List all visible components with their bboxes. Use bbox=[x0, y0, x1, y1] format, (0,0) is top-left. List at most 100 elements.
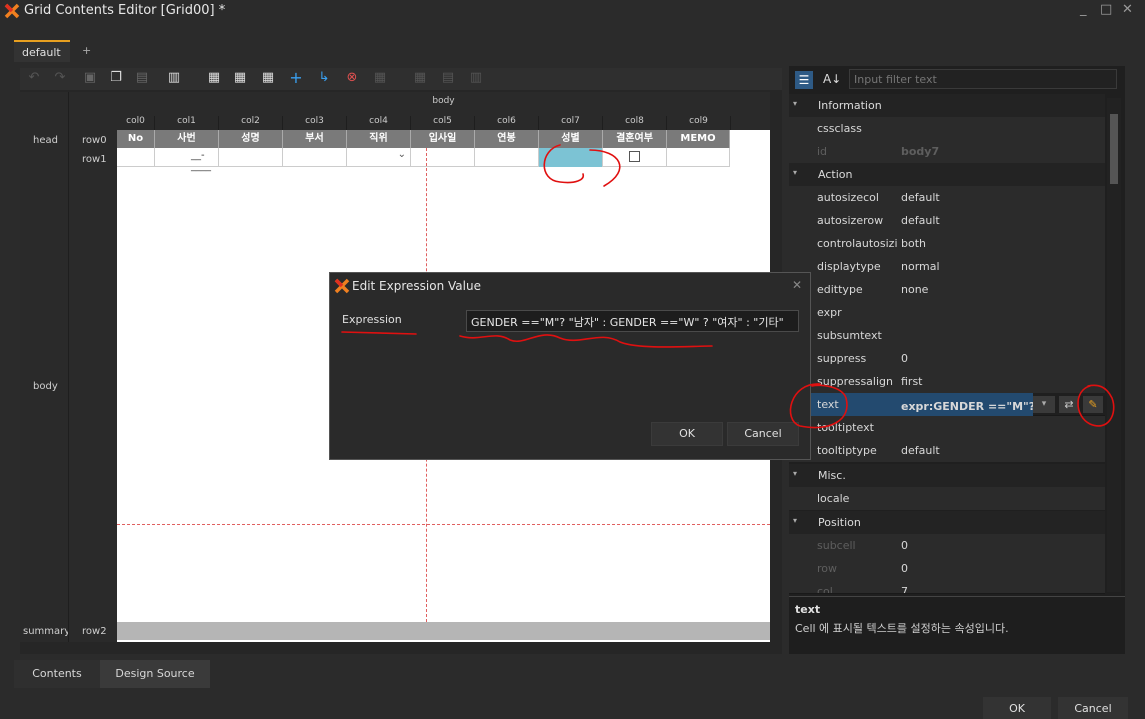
move-icon[interactable]: ↳ bbox=[316, 70, 332, 86]
prop-locale[interactable]: locale bbox=[789, 487, 1105, 510]
head-cell[interactable]: 부서 bbox=[283, 130, 347, 148]
col-header[interactable]: col6 bbox=[475, 116, 539, 130]
prop-tooltiptext[interactable]: tooltiptext bbox=[789, 416, 1105, 439]
cancel-button[interactable]: Cancel bbox=[1058, 697, 1128, 719]
category-action[interactable]: ▾ Action bbox=[789, 163, 1105, 186]
col-header[interactable]: col3 bbox=[283, 116, 347, 130]
grid-icon[interactable]: ▦ bbox=[260, 70, 276, 86]
properties-panel: ☰ A↓ ▾Information cssclass idbody7 ▾Acti… bbox=[789, 66, 1125, 654]
categorized-icon[interactable]: ☰ bbox=[795, 71, 813, 89]
cut-icon[interactable]: ▣ bbox=[82, 70, 98, 86]
prop-id[interactable]: id body7 bbox=[789, 140, 1105, 163]
head-cell[interactable]: 사번 bbox=[155, 130, 219, 148]
prop-displaytype[interactable]: displaytype normal bbox=[789, 255, 1105, 278]
merge-icon[interactable]: ▦ bbox=[372, 70, 388, 86]
insert-row-icon[interactable]: ▦ bbox=[232, 70, 248, 86]
col-header[interactable]: col8 bbox=[603, 116, 667, 130]
prop-autosizecol[interactable]: autosizecol default bbox=[789, 186, 1105, 209]
col-header[interactable]: col0 bbox=[117, 116, 155, 130]
prop-text[interactable]: text expr:GENDER =="M"? "남 ▾ ⇄ ✎ bbox=[789, 393, 1105, 416]
prop-suppress[interactable]: suppress 0 bbox=[789, 347, 1105, 370]
col-header[interactable]: col4 bbox=[347, 116, 411, 130]
tab-design-source[interactable]: Design Source bbox=[100, 660, 210, 688]
body-cell-selected[interactable] bbox=[539, 148, 603, 167]
head-cell[interactable]: 입사일 bbox=[411, 130, 475, 148]
col-header[interactable]: col2 bbox=[219, 116, 283, 130]
expression-input[interactable]: GENDER =="M"? "남자" : GENDER =="W" ? "여자"… bbox=[466, 310, 799, 332]
head-cell[interactable]: No bbox=[117, 130, 155, 148]
prop-suppressalign[interactable]: suppressalign first bbox=[789, 370, 1105, 393]
head-cell[interactable]: 성별 bbox=[539, 130, 603, 148]
title-bar: Grid Contents Editor [Grid00] * _ □ ✕ bbox=[0, 0, 1145, 22]
column-header: body col0 col1 col2 col3 col4 col5 col6 … bbox=[117, 92, 770, 130]
prop-tooltiptype[interactable]: tooltiptype default bbox=[789, 439, 1105, 462]
body-cell-combo[interactable]: ⌄ bbox=[347, 148, 411, 167]
head-cell[interactable]: 결혼여부 bbox=[603, 130, 667, 148]
chevron-down-icon[interactable]: ⌄ bbox=[398, 149, 406, 160]
split-icon[interactable]: ▦ bbox=[412, 70, 428, 86]
sort-alpha-icon[interactable]: A↓ bbox=[823, 72, 841, 86]
minimize-button[interactable]: _ bbox=[1080, 2, 1087, 17]
redo-icon[interactable]: ↷ bbox=[52, 70, 68, 86]
prop-cssclass[interactable]: cssclass bbox=[789, 117, 1105, 140]
prop-subcell[interactable]: subcell 0 bbox=[789, 534, 1105, 557]
head-cell[interactable]: MEMO bbox=[667, 130, 730, 148]
add-tab-button[interactable]: + bbox=[74, 40, 96, 62]
col-header[interactable]: col7 bbox=[539, 116, 603, 130]
split-col-icon[interactable]: ▥ bbox=[468, 70, 484, 86]
properties-scrollbar[interactable] bbox=[1107, 98, 1121, 592]
add-icon[interactable]: + bbox=[288, 70, 304, 86]
body-cell[interactable] bbox=[475, 148, 539, 167]
filter-input[interactable] bbox=[849, 69, 1117, 89]
tab-default[interactable]: default bbox=[14, 40, 70, 62]
summary-row[interactable] bbox=[117, 622, 770, 640]
delete-icon[interactable]: ⊗ bbox=[344, 70, 360, 86]
body-cell-masked[interactable]: __-____ bbox=[155, 148, 219, 172]
ok-button[interactable]: OK bbox=[983, 697, 1051, 719]
close-icon[interactable]: ✕ bbox=[792, 278, 802, 292]
band-head-label: head bbox=[33, 135, 58, 146]
maximize-button[interactable]: □ bbox=[1100, 2, 1112, 17]
head-cell[interactable]: 연봉 bbox=[475, 130, 539, 148]
column-icon[interactable]: ▥ bbox=[166, 70, 182, 86]
prop-controlautosizin[interactable]: controlautosizin both bbox=[789, 232, 1105, 255]
bind-icon[interactable]: ⇄ bbox=[1059, 396, 1079, 413]
category-misc[interactable]: ▾ Misc. bbox=[789, 464, 1105, 487]
body-cell-checkbox[interactable] bbox=[603, 148, 667, 167]
body-cell[interactable] bbox=[283, 148, 347, 167]
head-cell[interactable]: 직위 bbox=[347, 130, 411, 148]
body-cell[interactable] bbox=[117, 148, 155, 167]
band-summary-label: summary bbox=[23, 626, 71, 637]
col-header[interactable]: col5 bbox=[411, 116, 475, 130]
prop-subsumtext[interactable]: subsumtext bbox=[789, 324, 1105, 347]
body-cell[interactable] bbox=[667, 148, 730, 167]
prop-row[interactable]: row 0 bbox=[789, 557, 1105, 580]
row1-label: row1 bbox=[82, 154, 107, 165]
add-row-icon[interactable]: ▦ bbox=[206, 70, 222, 86]
split-row-icon[interactable]: ▤ bbox=[440, 70, 456, 86]
tab-contents[interactable]: Contents bbox=[14, 660, 100, 688]
prop-expr[interactable]: expr bbox=[789, 301, 1105, 324]
prop-autosizerow[interactable]: autosizerow default bbox=[789, 209, 1105, 232]
prop-edittype[interactable]: edittype none bbox=[789, 278, 1105, 301]
body-cell[interactable] bbox=[219, 148, 283, 167]
category-information[interactable]: ▾ Information bbox=[789, 94, 1105, 117]
close-button[interactable]: ✕ bbox=[1122, 2, 1133, 17]
dropdown-icon[interactable]: ▾ bbox=[1033, 396, 1055, 413]
head-cell[interactable]: 성명 bbox=[219, 130, 283, 148]
undo-icon[interactable]: ↶ bbox=[26, 70, 42, 86]
scroll-thumb[interactable] bbox=[1110, 114, 1118, 184]
category-position[interactable]: ▾ Position bbox=[789, 511, 1105, 534]
copy-icon[interactable]: ❐ bbox=[108, 70, 124, 86]
col-header[interactable]: col1 bbox=[155, 116, 219, 130]
paste-icon[interactable]: ▤ bbox=[134, 70, 150, 86]
checkbox[interactable] bbox=[629, 151, 640, 162]
col-header[interactable]: col9 bbox=[667, 116, 731, 130]
dialog-cancel-button[interactable]: Cancel bbox=[727, 422, 799, 446]
body-cell[interactable] bbox=[411, 148, 475, 167]
dialog-ok-button[interactable]: OK bbox=[651, 422, 723, 446]
prop-col[interactable]: col 7 bbox=[789, 580, 1105, 594]
head-row: No 사번 성명 부서 직위 입사일 연봉 성별 결혼여부 MEMO bbox=[117, 130, 730, 148]
row2-label: row2 bbox=[82, 626, 107, 637]
edit-expression-icon[interactable]: ✎ bbox=[1083, 396, 1103, 413]
